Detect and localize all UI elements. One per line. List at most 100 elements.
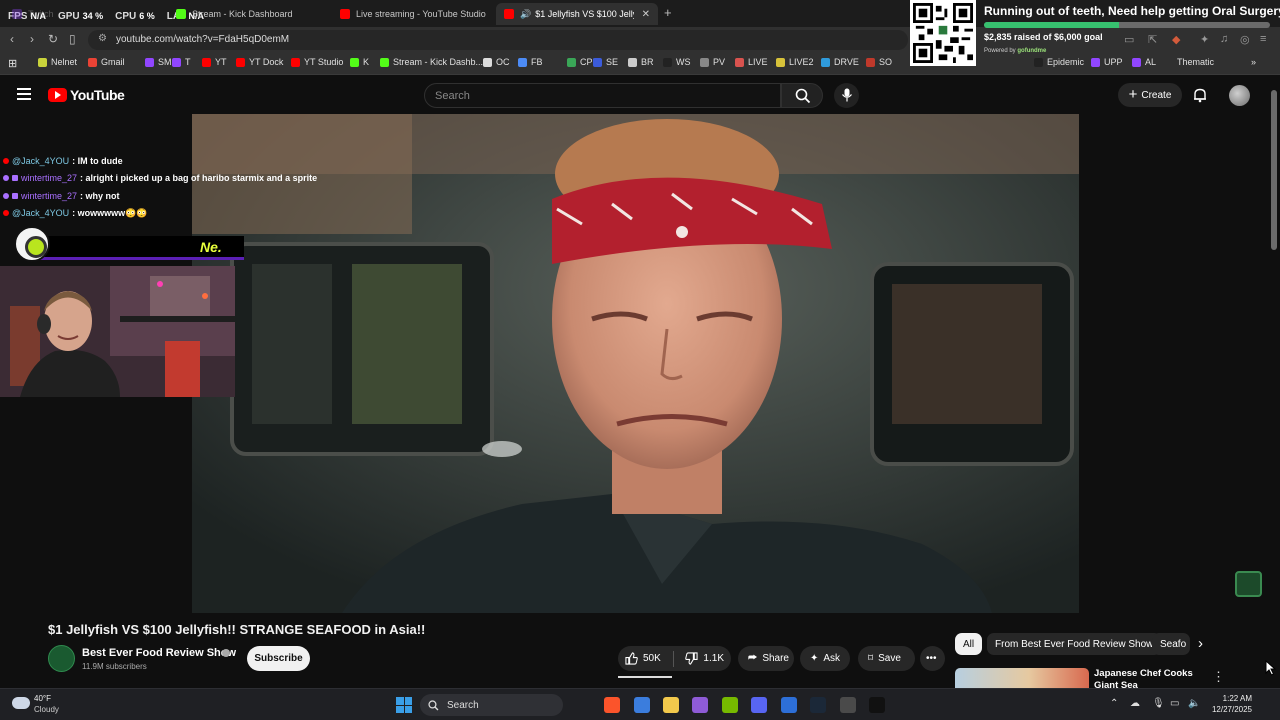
recommendation-title[interactable]: Japanese Chef Cooks Giant Sea Cockroach!… [1094, 668, 1194, 688]
nvidia-app-icon[interactable] [722, 697, 738, 713]
app-blue-app-icon[interactable] [781, 697, 797, 713]
reload-icon[interactable]: ↻ [48, 32, 58, 46]
bookmark-item[interactable]: SM [145, 57, 172, 67]
bookmark-item[interactable]: LIVE2 [776, 57, 814, 67]
cloud-icon[interactable] [12, 697, 30, 709]
volume-icon[interactable]: 🔈 [1188, 698, 1200, 709]
bookmark-favicon-icon [663, 57, 672, 67]
channel-name[interactable]: Best Ever Food Review Show [82, 647, 236, 659]
tab-youtube-studio[interactable]: Live streaming - YouTube Studio [332, 3, 492, 25]
voice-search-button[interactable] [834, 83, 859, 108]
subscribe-button[interactable]: Subscribe [247, 646, 310, 671]
new-tab-button[interactable]: + [664, 5, 672, 20]
bookmark-item[interactable]: YT Dock [236, 57, 283, 67]
back-icon[interactable]: ‹ [10, 32, 14, 46]
bookmark-label: SM [158, 57, 172, 67]
tab-kick-dashboard[interactable]: Stream - Kick Dashboard [168, 3, 330, 25]
clock-date[interactable]: 12/27/2025 [1200, 705, 1252, 714]
create-button[interactable]: + Create [1118, 83, 1182, 107]
chevron-right-icon[interactable]: › [1198, 635, 1203, 652]
more-vertical-icon[interactable]: ⋮ [1212, 669, 1225, 685]
qr-code-graphic [913, 3, 973, 63]
chip-all[interactable]: All [955, 633, 983, 655]
close-icon[interactable]: ✕ [634, 9, 650, 20]
dislike-button[interactable]: 1.1K [678, 652, 731, 665]
clock-time[interactable]: 1:22 AM [1208, 694, 1252, 703]
apps-grid-icon[interactable]: ⊞ [8, 57, 17, 70]
url-field[interactable]: ⚙ youtube.com/watch?v=FdaH5qD0emM [88, 30, 908, 50]
site-info-icon[interactable]: ⚙ [98, 33, 107, 44]
bookmark-label: T [185, 57, 191, 67]
bookmark-label: LIVE [748, 57, 768, 67]
page-scrollbar[interactable] [1271, 90, 1277, 250]
bookmark-item[interactable]: YT Studio [291, 57, 343, 67]
bookmark-label: SO [879, 57, 893, 67]
like-button[interactable]: 50K [618, 652, 668, 665]
chat-username: @Jack_4YOU [12, 208, 70, 219]
bookmark-item[interactable]: BR [628, 57, 654, 67]
bookmark-item[interactable]: PV [700, 57, 725, 67]
channel-avatar[interactable] [48, 645, 75, 672]
bookmark-label: OC [496, 57, 510, 67]
bookmark-item[interactable]: Nelnet [38, 57, 77, 67]
notifications-bell-icon[interactable] [1192, 87, 1208, 103]
save-button[interactable]: ⌑ Save [858, 646, 915, 671]
chevron-up-icon[interactable]: ⌃ [1110, 698, 1118, 709]
bookmark-item[interactable]: Stream - Kick Dashb... [380, 57, 483, 67]
chrome-app-icon[interactable] [840, 697, 856, 713]
bookmark-item[interactable]: K [350, 57, 369, 67]
tab-jellyfish-video[interactable]: 🔊 $1 Jellyfish VS $100 Jellyfish!! ✕ [496, 3, 658, 25]
notepad-app-icon[interactable] [634, 697, 650, 713]
chip-from-channel[interactable]: From Best Ever Food Review Show [987, 633, 1162, 655]
bookmark-item[interactable]: SE [593, 57, 618, 67]
steam-app-icon[interactable] [810, 697, 826, 713]
bookmark-label: SE [606, 57, 619, 67]
bookmark-item[interactable]: Gmail [88, 57, 125, 67]
ask-button[interactable]: ✦ Ask [800, 646, 850, 671]
bookmark-item[interactable]: FB [518, 57, 543, 67]
channel-watermark[interactable] [1235, 571, 1262, 597]
taskbar-search[interactable]: Search [420, 694, 563, 716]
bookmark-icon[interactable]: ▯ [69, 32, 76, 46]
search-button[interactable] [781, 83, 823, 108]
bookmark-item[interactable]: DRVE [821, 57, 859, 67]
microphone-icon [842, 88, 852, 102]
chat-message: @Jack_4YOU: wowwwww😳😳 [0, 205, 340, 223]
discord-app-icon[interactable] [751, 697, 767, 713]
chat-message: @Jack_4YOU: IM to dude [0, 152, 340, 170]
youtube-masthead: YouTube Search + Create [0, 76, 1280, 114]
file-explorer-app-icon[interactable] [663, 697, 679, 713]
fundraiser-overlay: Running out of teeth, Need help getting … [906, 0, 1280, 68]
account-avatar[interactable] [1229, 85, 1250, 106]
windows-start-icon[interactable] [396, 697, 412, 713]
bookmark-item[interactable]: YT [202, 57, 227, 67]
brave-app-icon[interactable] [604, 697, 620, 713]
more-actions-button[interactable]: ••• [920, 646, 945, 671]
bookmark-item[interactable]: T [172, 57, 191, 67]
obs-app-icon[interactable] [692, 697, 708, 713]
bookmark-item[interactable]: WS [663, 57, 691, 67]
bookmark-item[interactable]: SO [866, 57, 892, 67]
cloud-sync-icon[interactable]: ☁ [1130, 698, 1140, 709]
youtube-logo[interactable]: YouTube [48, 87, 125, 103]
search-input[interactable]: Search [424, 83, 781, 108]
bookmark-label: Gmail [101, 57, 125, 67]
capcut-app-icon[interactable] [869, 697, 885, 713]
bookmark-label: YT Studio [304, 57, 344, 67]
microphone-tray-icon[interactable]: 🎙 [1152, 698, 1165, 709]
bookmark-label: YT [215, 57, 227, 67]
recommendation-thumbnail[interactable] [955, 668, 1089, 690]
fundraiser-powered-by: Powered by gofundme [984, 48, 1046, 54]
share-button[interactable]: ⮫ Share [738, 646, 794, 671]
weather-condition[interactable]: Cloudy [34, 705, 59, 714]
bookmark-item[interactable]: LIVE [735, 57, 768, 67]
chat-username: @Jack_4YOU [12, 155, 70, 166]
forward-icon[interactable]: › [30, 32, 34, 46]
hamburger-menu-icon[interactable] [17, 88, 31, 100]
tab-twitch[interactable]: Twitch [4, 3, 164, 25]
display-icon[interactable]: ▭ [1170, 698, 1179, 709]
chip-seafood[interactable]: Seafo [1152, 633, 1190, 655]
bookmark-item[interactable]: OC [483, 57, 510, 67]
weather-temperature[interactable]: 40°F [34, 694, 51, 703]
bookmark-favicon-icon [735, 57, 744, 67]
